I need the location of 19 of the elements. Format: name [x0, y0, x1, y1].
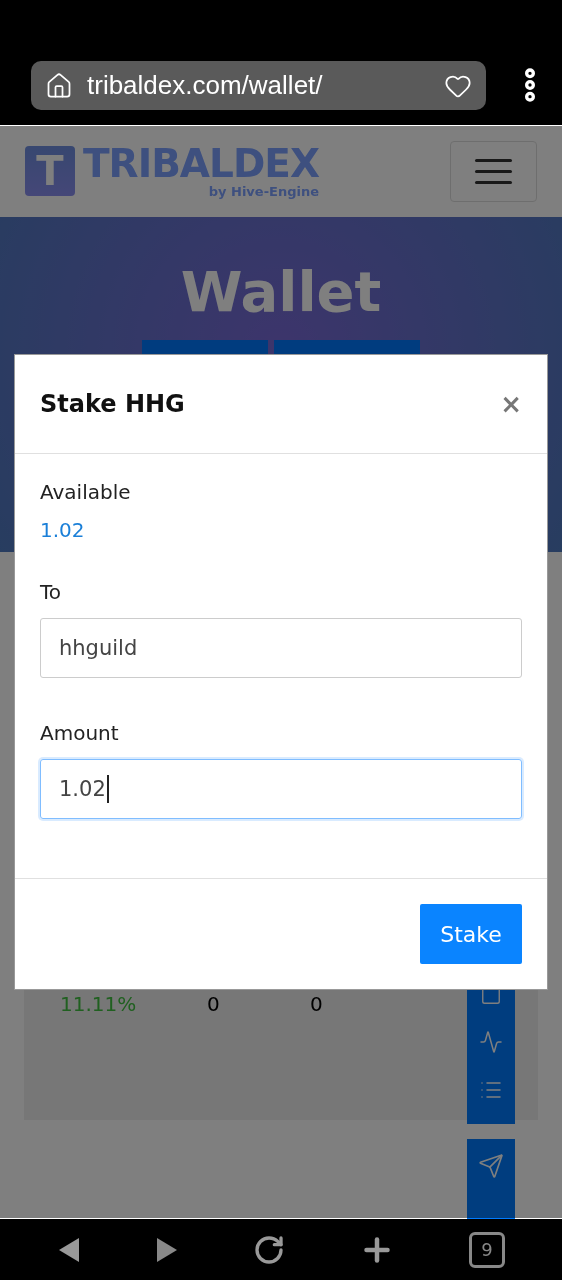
url-text: tribaldex.com/wallet/: [87, 70, 324, 101]
logo-tagline: by Hive-Engine: [208, 183, 319, 199]
field-label: Amount: [40, 721, 120, 745]
logo-mark: T: [25, 146, 75, 197]
input-field[interactable]: 1.02: [40, 759, 522, 819]
page-title: Wallet: [180, 259, 382, 325]
dialog-title: Stake HHG: [40, 390, 185, 418]
close-button[interactable]: ×: [500, 389, 522, 419]
stake-button[interactable]: Stake: [420, 904, 522, 964]
field-label: Available: [40, 480, 132, 504]
field-label: To: [40, 580, 63, 604]
input-field[interactable]: hhguild: [40, 618, 522, 678]
address-bar[interactable]: tribaldex.com/wallet/: [31, 61, 486, 110]
table-cell-text: 0: [310, 992, 324, 1017]
table-cell-text: 0: [207, 992, 221, 1017]
tab-count[interactable]: 9: [469, 1231, 505, 1268]
logo-name: TRIBALDEX: [83, 143, 319, 184]
table-cell-text: 11.11%: [60, 992, 138, 1017]
available-amount: 1.02: [40, 518, 86, 542]
